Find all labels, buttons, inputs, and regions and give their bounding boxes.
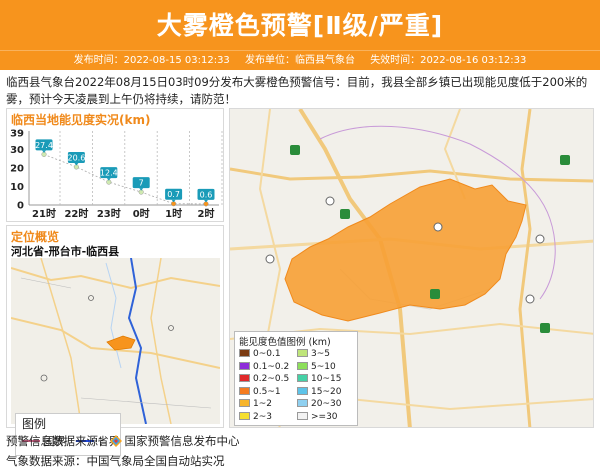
- visibility-legend-item: >=30: [297, 411, 338, 422]
- y-tick-label: 10: [10, 182, 24, 193]
- overview-map[interactable]: 图例 国界 省界: [10, 257, 221, 456]
- warning-summary: 临西县气象台2022年08月15日03时09分发布大雾橙色预警信号：目前，我县全…: [6, 75, 588, 106]
- legend-label: 3~5: [311, 349, 330, 359]
- fog-map-panel[interactable]: 能见度色值图例 (km) 0~0.1 3~5 0.1~0.2 5~10 0.2~0.5 1…: [229, 108, 594, 428]
- warning-center-logo-icon: [109, 435, 122, 447]
- warning-meta-bar: 发布时间：2022-08-15 03:12:33 发布单位：临西县气象台 失效时…: [0, 50, 600, 70]
- legend-swatch: [297, 386, 308, 395]
- warning-source: 预警信息数据来源： 国家预警信息发布中心: [6, 433, 240, 449]
- legend-swatch: [239, 361, 250, 370]
- legend-swatch: [297, 361, 308, 370]
- legend-swatch: [297, 374, 308, 382]
- expire-time: 失效时间：2022-08-16 03:12:33: [370, 55, 527, 66]
- visibility-legend-item: 15~20: [297, 386, 342, 397]
- visibility-legend-item: 3~5: [297, 349, 330, 359]
- legend-swatch: [239, 411, 250, 420]
- data-label: 12.4: [100, 169, 118, 178]
- data-label: 27.4: [35, 141, 53, 150]
- legend-label: 10~15: [311, 374, 342, 384]
- legend-swatch: [297, 399, 308, 407]
- y-tick-label: 39: [10, 129, 24, 140]
- data-label: 7: [139, 179, 144, 188]
- visibility-legend-item: 10~15: [297, 374, 341, 384]
- legend-label: 20~30: [311, 399, 342, 409]
- visibility-legend: 能见度色值图例 (km) 0~0.1 3~5 0.1~0.2 5~10 0.2~0.5 1…: [234, 331, 358, 426]
- legend-swatch: [239, 374, 250, 382]
- legend-label: 0.1~0.2: [253, 361, 290, 372]
- location-path: 河北省-邢台市-临西县: [11, 245, 120, 258]
- x-tick-label: 2时: [198, 207, 215, 220]
- page-title: 大雾橙色预警[Ⅱ级/严重]: [156, 11, 444, 40]
- visibility-chart: 0 10 20 30 39 27.4 20.6 12.4 7 0.7 0.6 21时 22时 23时 0时 1…: [10, 129, 223, 220]
- visibility-legend-item: 20~30: [297, 399, 341, 409]
- visibility-legend-item: 0.5~1: [239, 386, 281, 397]
- x-tick-label: 0时: [133, 207, 150, 220]
- visibility-legend-item: 1~2: [239, 399, 272, 409]
- data-label: 0.7: [167, 190, 180, 199]
- issue-time: 发布时间：2022-08-15 03:12:33: [73, 55, 230, 66]
- visibility-chart-panel: 临西当地能见度实况(km) 0 10 20 30 39 27.4 20.6 12.4 7 0.7 0…: [6, 108, 224, 222]
- legend-label: 15~20: [311, 386, 342, 397]
- legend-label: 0.2~0.5: [253, 374, 290, 384]
- legend-label: 1~2: [253, 399, 272, 409]
- x-tick-label: 21时: [32, 207, 56, 220]
- y-tick-label: 20: [10, 164, 24, 175]
- x-tick-label: 22时: [64, 207, 88, 220]
- legend-swatch: [239, 386, 250, 395]
- legend-label: 5~10: [311, 361, 336, 372]
- data-label: 0.6: [200, 190, 213, 199]
- legend-swatch: [239, 349, 250, 357]
- visibility-legend-item: 2~3: [239, 411, 272, 422]
- legend-label: 0~0.1: [253, 349, 281, 359]
- visibility-legend-item: 0.2~0.5: [239, 374, 289, 384]
- y-tick-label: 30: [10, 145, 24, 156]
- legend-swatch: [239, 399, 250, 407]
- overview-legend-title: 图例: [22, 417, 47, 431]
- header-bar: 大雾橙色预警[Ⅱ级/严重]: [0, 0, 600, 50]
- legend-swatch: [297, 349, 308, 357]
- visibility-legend-item: 5~10: [297, 361, 336, 372]
- warning-source-label: 预警信息数据来源：: [6, 434, 110, 448]
- x-tick-label: 1时: [165, 207, 182, 220]
- visibility-legend-item: 0.1~0.2: [239, 361, 290, 372]
- y-tick-label: 0: [17, 201, 24, 212]
- legend-swatch: [297, 411, 308, 420]
- x-tick-label: 23时: [97, 207, 121, 220]
- overview-map-graphic: [10, 257, 221, 425]
- weather-source: 气象数据来源：中国气象局全国自动站实况: [6, 454, 225, 468]
- visibility-legend-title: 能见度色值图例 (km): [239, 337, 331, 348]
- legend-label: >=30: [311, 411, 338, 422]
- visibility-legend-item: 0~0.1: [239, 349, 281, 359]
- overview-panel: 定位概览 河北省-邢台市-临西县 图例 国界 省界: [6, 225, 224, 456]
- data-label: 20.6: [67, 153, 85, 162]
- legend-label: 0.5~1: [253, 386, 281, 397]
- warning-source-org: 国家预警信息发布中心: [124, 434, 240, 448]
- legend-label: 2~3: [253, 411, 272, 422]
- issuer: 发布单位：临西县气象台: [245, 55, 355, 66]
